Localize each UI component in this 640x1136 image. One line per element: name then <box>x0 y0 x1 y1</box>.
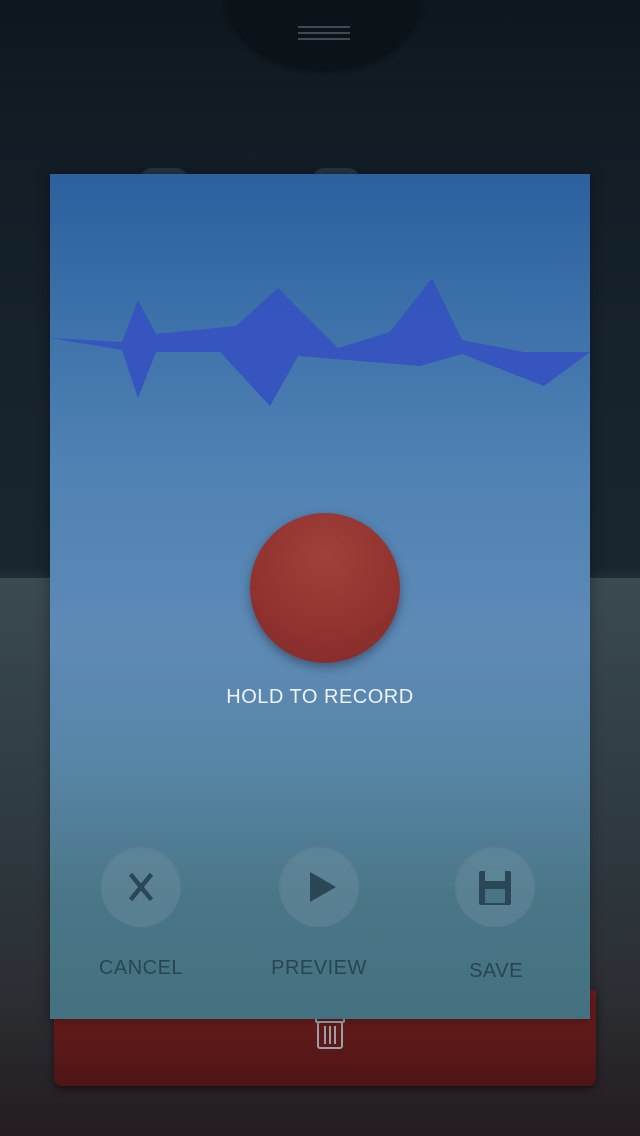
play-icon <box>310 872 336 902</box>
audio-waveform <box>50 278 590 406</box>
floppy-disk-icon <box>479 871 511 905</box>
record-button[interactable] <box>250 513 400 663</box>
screen: HOLD TO RECORD CANCEL PREVIEW SAVE <box>0 0 640 1136</box>
cancel-button[interactable] <box>101 847 181 927</box>
save-button[interactable] <box>455 847 535 927</box>
menu-icon[interactable] <box>298 26 350 46</box>
save-label[interactable]: SAVE <box>416 960 576 983</box>
record-hint-label: HOLD TO RECORD <box>226 686 414 708</box>
close-icon <box>128 872 154 902</box>
record-panel: HOLD TO RECORD CANCEL PREVIEW SAVE <box>50 174 590 1019</box>
cancel-label[interactable]: CANCEL <box>61 957 221 980</box>
preview-button[interactable] <box>279 847 359 927</box>
trash-icon[interactable] <box>314 1016 346 1050</box>
preview-label[interactable]: PREVIEW <box>239 957 399 980</box>
